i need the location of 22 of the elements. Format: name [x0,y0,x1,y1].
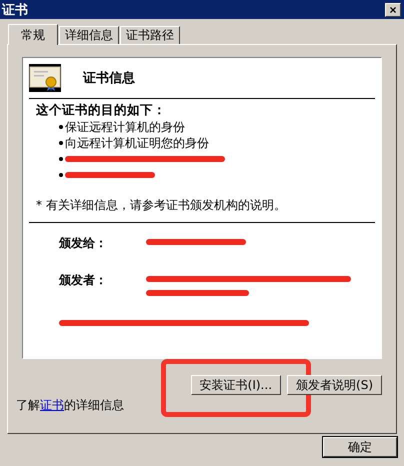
purpose-text: 保证远程计算机的身份 [65,118,185,136]
dialog-button[interactable]: 颁发者说明(S) [287,375,382,395]
help-link[interactable]: 证书 [40,398,64,412]
field-label: 颁发者： [59,272,108,289]
purpose-text: 向远程计算机证明您的身份 [65,134,209,152]
dialog-button[interactable]: 安装证书(I)... [190,375,282,395]
tab[interactable]: 详细信息 [59,26,119,44]
field-label: 颁发给： [59,235,108,252]
bullet-icon [59,173,63,177]
certificate-icon [29,64,61,92]
bullet-icon [59,125,63,129]
bullet-icon [59,157,63,161]
window-title: 证书 [2,2,28,18]
panel-heading: 证书信息 [83,70,135,87]
ok-button[interactable]: 确定 [323,437,397,457]
bullet-icon [59,141,63,145]
tab[interactable]: 常规 [8,24,58,45]
help-text: 了解证书的详细信息 [16,397,125,414]
close-button[interactable]: × [385,2,401,16]
note-text: * 有关详细信息，请参考证书颁发机构的说明。 [36,197,287,214]
tab[interactable]: 证书路径 [120,26,180,44]
section-title: 这个证书的目的如下： [36,102,167,119]
